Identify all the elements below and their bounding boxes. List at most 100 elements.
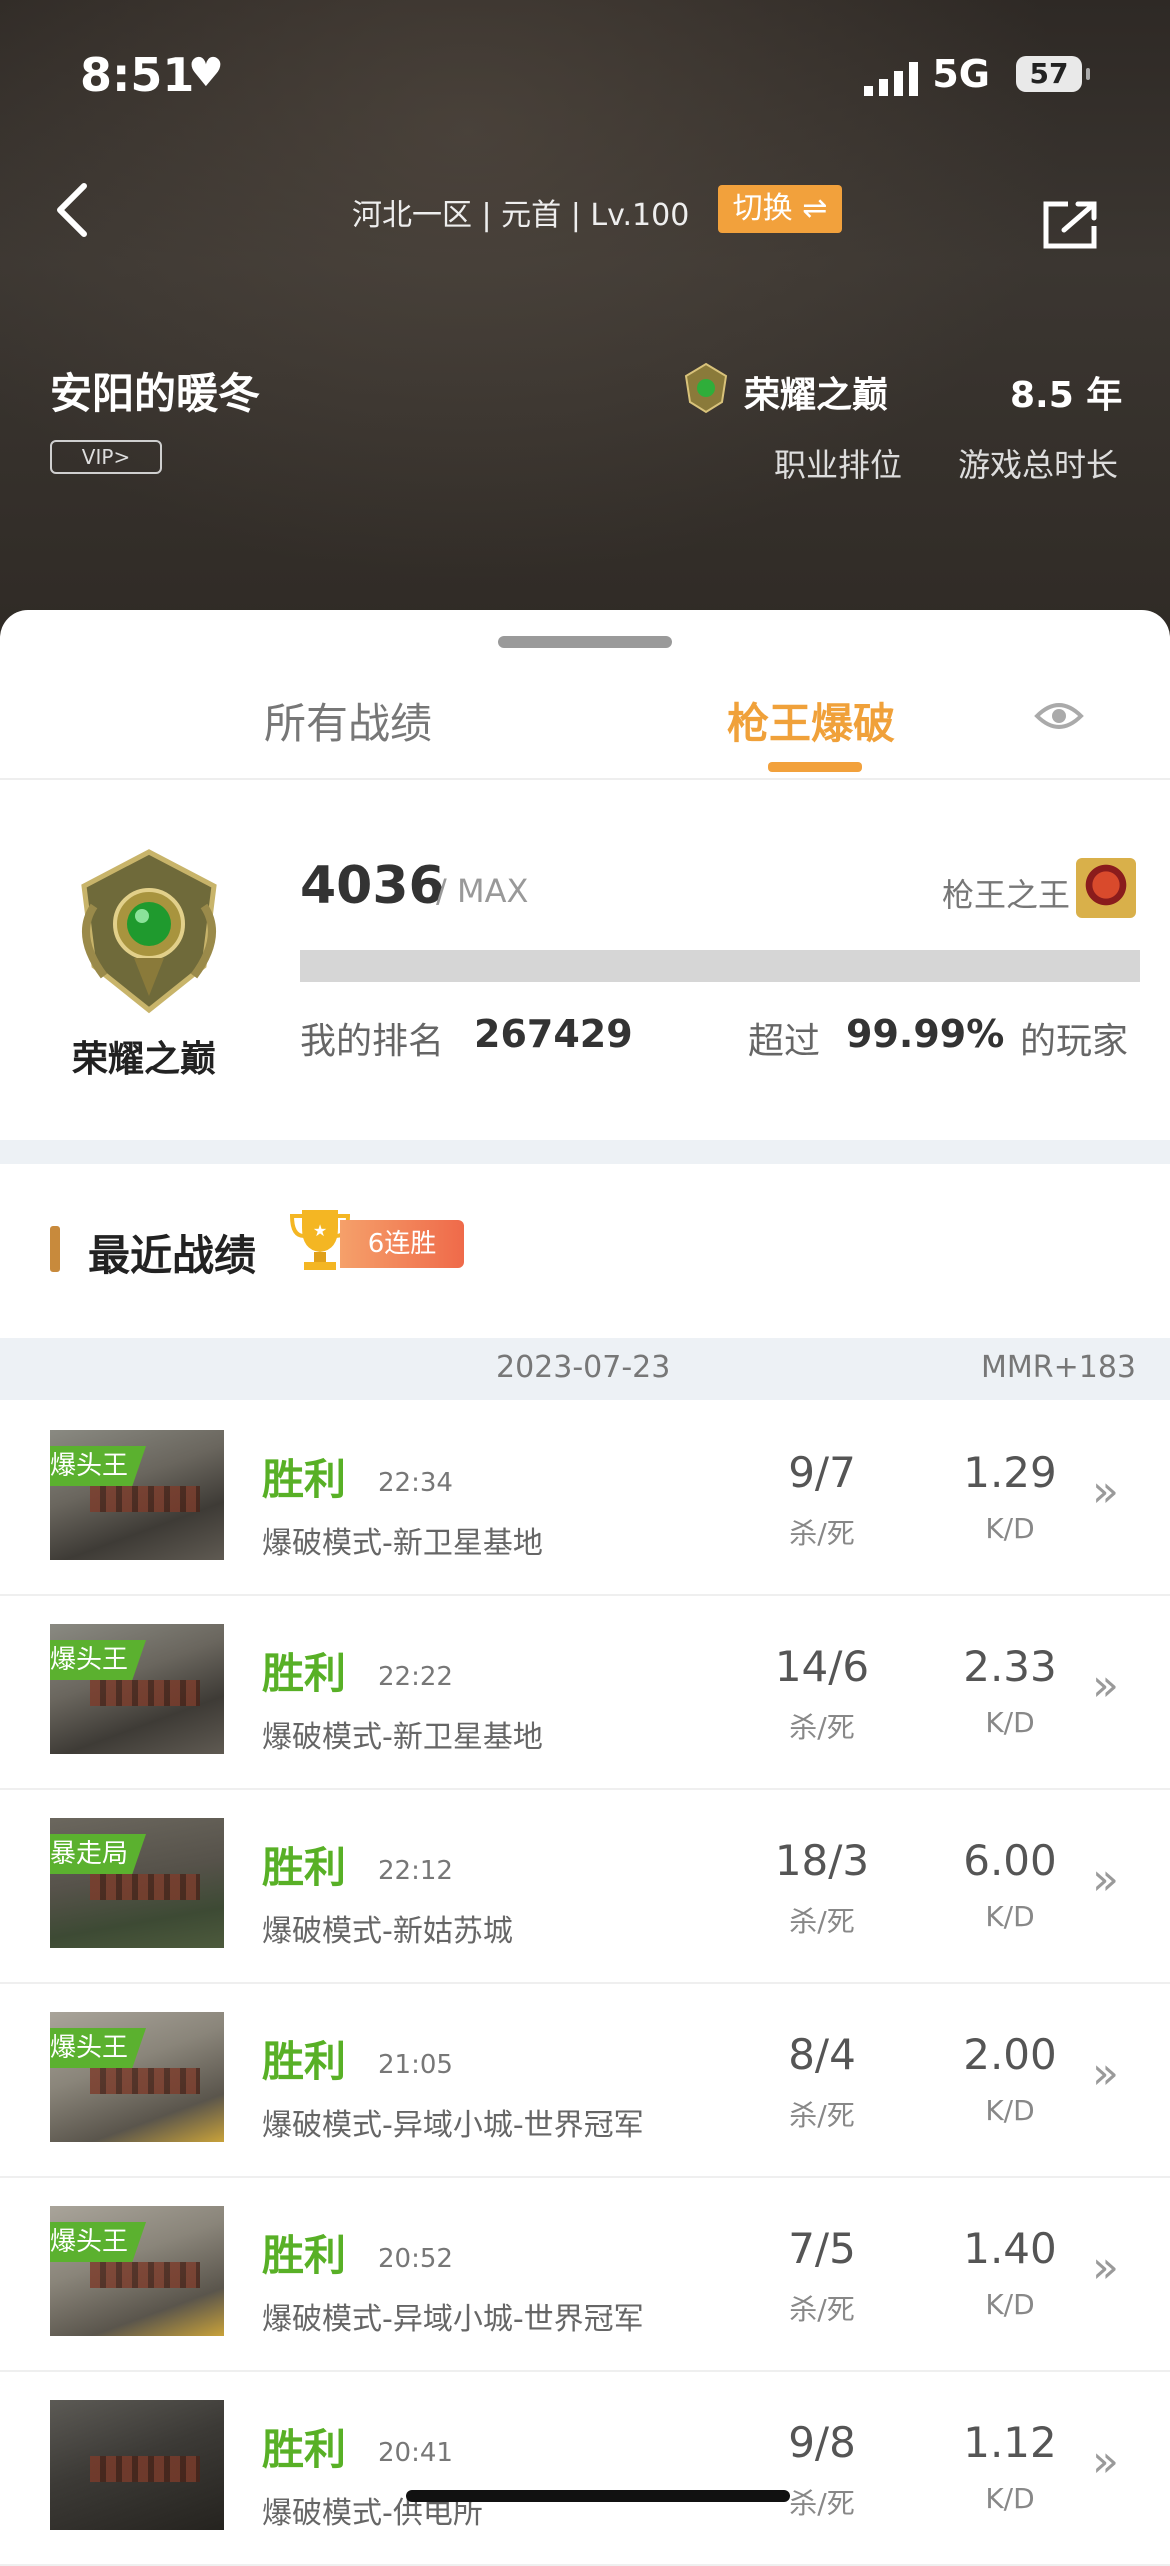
play-years: 8.5 年 <box>1010 375 1123 416</box>
kills-deaths: 8/4 <box>788 2030 856 2079</box>
status-bar: 8:51 ♥ 5G 57 <box>80 48 1110 108</box>
kills-deaths: 18/3 <box>774 1836 870 1885</box>
match-result: 胜利 <box>262 2231 347 2280</box>
win-streak-badge: 6连胜 <box>340 1220 464 1268</box>
chevron-right-icon[interactable]: » <box>1092 2436 1119 2487</box>
kd-ratio: 2.00 <box>963 2030 1057 2079</box>
signal-icon <box>864 62 918 96</box>
top-bar: 河北一区 | 元首 | Lv.100 切换 ⇌ <box>0 180 1170 250</box>
kills-deaths: 14/6 <box>774 1642 870 1691</box>
switch-button[interactable]: 切换 ⇌ <box>718 185 842 233</box>
match-mode: 爆破模式-异域小城-世界冠军 <box>262 2302 644 2337</box>
kills-deaths-caption: 杀/死 <box>789 2487 855 2520</box>
kd-ratio-caption: K/D <box>985 1900 1035 1933</box>
kd-ratio: 6.00 <box>963 1836 1057 1885</box>
match-mode: 爆破模式-异域小城-世界冠军 <box>262 2108 644 2143</box>
match-time: 22:12 <box>378 1856 453 1886</box>
medal-icon <box>81 849 217 1014</box>
map-thumbnail: 爆头王 <box>50 1430 224 1560</box>
players-label: 的玩家 <box>1020 1021 1129 1062</box>
match-time: 22:22 <box>378 1662 453 1692</box>
match-mode: 爆破模式-新姑苏城 <box>262 1914 513 1949</box>
rank-caption: 职业排位 <box>774 446 903 484</box>
map-thumbnail: 爆头王 <box>50 2012 224 2142</box>
tab-indicator <box>768 762 862 772</box>
kd-ratio-caption: K/D <box>985 1512 1035 1545</box>
profile-header: 8:51 ♥ 5G 57 河北一区 | 元首 | Lv.100 切换 ⇌ 安阳的… <box>0 0 1170 660</box>
kills-deaths-caption: 杀/死 <box>789 1517 855 1550</box>
king-badge-icon <box>1076 858 1136 918</box>
tab-gun-king[interactable]: 枪王爆破 <box>727 690 895 751</box>
match-row[interactable]: 爆头王 胜利 20:52 爆破模式-异域小城-世界冠军 7/5 杀/死 1.40… <box>0 2176 1170 2372</box>
svg-text:★: ★ <box>313 1221 327 1240</box>
map-thumbnail: 爆头王 <box>50 1624 224 1754</box>
chevron-right-icon[interactable]: » <box>1092 2242 1119 2293</box>
kd-ratio-caption: K/D <box>985 2482 1035 2515</box>
match-tag: 爆头王 <box>50 1446 147 1486</box>
kills-deaths: 7/5 <box>788 2224 856 2273</box>
status-time: 8:51 <box>80 48 195 102</box>
tab-all-records[interactable]: 所有战绩 <box>264 690 432 751</box>
kills-deaths: 9/8 <box>788 2418 856 2467</box>
match-row[interactable]: 胜利 20:41 爆破模式-供电所 9/8 杀/死 1.12 K/D » <box>0 2370 1170 2566</box>
map-thumbnail <box>50 2400 224 2530</box>
match-result: 胜利 <box>262 2037 347 2086</box>
chevron-right-icon[interactable]: » <box>1092 1660 1119 1711</box>
server-info: 河北一区 | 元首 | Lv.100 <box>352 198 690 233</box>
stats-sheet: 所有战绩 枪王爆破 荣耀之巅 4036 / MAX 枪王之王 我的排名 2674… <box>0 610 1170 2566</box>
home-indicator[interactable] <box>406 2490 790 2502</box>
back-icon[interactable] <box>50 180 100 240</box>
network-label: 5G <box>932 52 990 96</box>
kd-ratio: 1.12 <box>963 2418 1057 2467</box>
rank-badge-icon <box>684 362 728 414</box>
match-tag: 暴走局 <box>50 1834 147 1874</box>
kd-ratio-caption: K/D <box>985 2094 1035 2127</box>
match-result: 胜利 <box>262 2425 347 2474</box>
rank-score: 4036 <box>300 856 445 916</box>
kd-ratio: 1.40 <box>963 2224 1057 2273</box>
kd-ratio-caption: K/D <box>985 1706 1035 1739</box>
kills-deaths-caption: 杀/死 <box>789 2293 855 2326</box>
eye-icon[interactable] <box>1034 696 1084 736</box>
chevron-right-icon[interactable]: » <box>1092 1466 1119 1517</box>
match-mode: 爆破模式-新卫星基地 <box>262 1526 543 1561</box>
my-rank-label: 我的排名 <box>300 1021 445 1062</box>
time-caption: 游戏总时长 <box>958 446 1119 484</box>
exceed-value: 99.99% <box>846 1012 1005 1056</box>
share-icon[interactable] <box>1040 200 1100 250</box>
match-mode: 爆破模式-新卫星基地 <box>262 1720 543 1755</box>
king-label: 枪王之王 <box>942 876 1071 914</box>
match-result: 胜利 <box>262 1455 347 1504</box>
match-time: 21:05 <box>378 2050 453 2080</box>
kills-deaths: 9/7 <box>788 1448 856 1497</box>
map-thumbnail: 暴走局 <box>50 1818 224 1948</box>
match-row[interactable]: 爆头王 胜利 22:22 爆破模式-新卫星基地 14/6 杀/死 2.33 K/… <box>0 1594 1170 1790</box>
battery-icon: 57 <box>1016 56 1090 92</box>
kills-deaths-caption: 杀/死 <box>789 1905 855 1938</box>
date-row: 2023-07-23 MMR+183 <box>0 1338 1170 1400</box>
kills-deaths-caption: 杀/死 <box>789 1711 855 1744</box>
kd-ratio: 2.33 <box>963 1642 1057 1691</box>
match-time: 20:52 <box>378 2244 453 2274</box>
match-time: 20:41 <box>378 2438 453 2468</box>
match-tag: 爆头王 <box>50 2222 147 2262</box>
match-tag: 爆头王 <box>50 1640 147 1680</box>
max-label: / MAX <box>436 872 529 910</box>
match-row[interactable]: 爆头王 胜利 21:05 爆破模式-异域小城-世界冠军 8/4 杀/死 2.00… <box>0 1982 1170 2178</box>
player-name: 安阳的暖冬 <box>50 369 261 418</box>
chevron-right-icon[interactable]: » <box>1092 2048 1119 2099</box>
match-row[interactable]: 暴走局 胜利 22:12 爆破模式-新姑苏城 18/3 杀/死 6.00 K/D… <box>0 1788 1170 1984</box>
match-tag: 爆头王 <box>50 2028 147 2068</box>
heart-icon: ♥ <box>188 50 224 96</box>
drag-handle[interactable] <box>498 636 672 648</box>
match-row[interactable]: 爆头王 胜利 22:34 爆破模式-新卫星基地 9/7 杀/死 1.29 K/D… <box>0 1400 1170 1596</box>
match-result: 胜利 <box>262 1649 347 1698</box>
kills-deaths-caption: 杀/死 <box>789 2099 855 2132</box>
chevron-right-icon[interactable]: » <box>1092 1854 1119 1905</box>
vip-badge[interactable]: VIP> <box>50 440 162 474</box>
my-rank-value: 267429 <box>474 1012 633 1056</box>
recent-title: 最近战绩 <box>88 1231 257 1280</box>
section-divider <box>0 1140 1170 1164</box>
match-date: 2023-07-23 <box>496 1350 671 1385</box>
rank-name: 荣耀之巅 <box>744 375 889 416</box>
